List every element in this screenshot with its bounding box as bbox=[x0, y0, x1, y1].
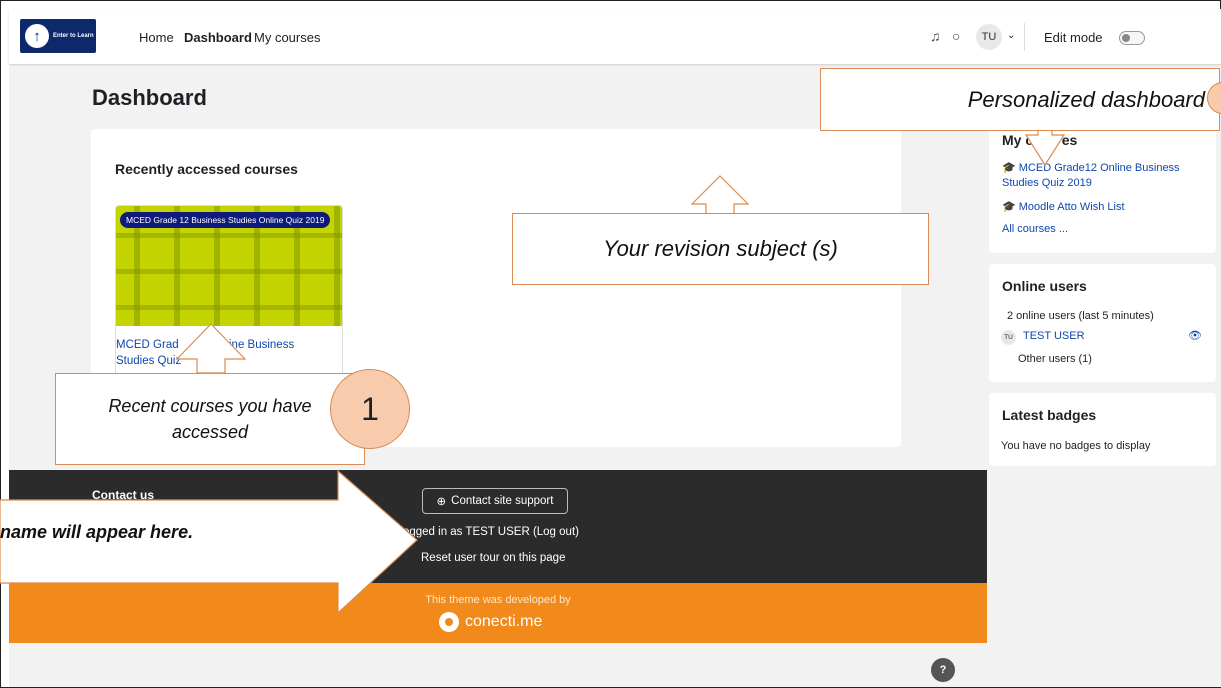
graduation-cap-icon: 🎓 bbox=[1002, 201, 1016, 213]
chevron-down-icon[interactable]: ⌄ bbox=[1007, 30, 1015, 41]
other-users: Other users (1) bbox=[1018, 353, 1092, 365]
recent-courses-heading: Recently accessed courses bbox=[115, 161, 298, 177]
nav-divider bbox=[1024, 23, 1025, 51]
no-badges-text: You have no badges to display bbox=[1001, 440, 1151, 452]
theme-credit: This theme was developed by bbox=[425, 594, 571, 606]
contact-us-label: Contact us bbox=[92, 488, 155, 502]
sidebar-course-2[interactable]: 🎓 Moodle Atto Wish List bbox=[1002, 200, 1125, 215]
graduation-cap-icon: 🎓 bbox=[1002, 162, 1016, 174]
edit-mode-label: Edit mode bbox=[1044, 30, 1103, 45]
sidebar-course-1-label: MCED Grade12 Online Business Studies Qui… bbox=[1002, 162, 1180, 189]
course-name-part-c: Studies Quiz bbox=[116, 355, 182, 367]
contact-support-label: Contact site support bbox=[451, 495, 554, 507]
course-card[interactable]: MCED Grade 12 Business Studies Online Qu… bbox=[115, 205, 343, 377]
arrow-up-icon: ↑ bbox=[25, 24, 49, 48]
logo-text: Enter to Learn bbox=[53, 33, 94, 39]
contact-support-button[interactable]: ⊕ Contact site support bbox=[422, 488, 568, 514]
user-avatar-small: TU bbox=[1001, 330, 1016, 345]
online-users-title: Online users bbox=[1002, 278, 1087, 294]
name-appear-callout: name will appear here. bbox=[0, 522, 194, 542]
latest-badges-block: Latest badges You have no badges to disp… bbox=[989, 393, 1216, 466]
latest-badges-title: Latest badges bbox=[1002, 407, 1097, 423]
user-avatar[interactable]: TU bbox=[976, 24, 1002, 50]
reset-tour-link[interactable]: Reset user tour on this page bbox=[421, 552, 565, 564]
sidebar-course-1[interactable]: 🎓 MCED Grade12 Online Business Studies Q… bbox=[1002, 161, 1207, 191]
recent-courses-callout: Recent courses you have accessed bbox=[55, 373, 365, 465]
course-image[interactable]: MCED Grade 12 Business Studies Online Qu… bbox=[116, 206, 342, 326]
theme-banner: This theme was developed by conecti.me bbox=[9, 583, 987, 643]
edit-mode-toggle[interactable] bbox=[1119, 31, 1145, 45]
course-badge: MCED Grade 12 Business Studies Online Qu… bbox=[120, 212, 331, 228]
my-courses-title-part1: My co bbox=[1002, 132, 1042, 148]
sidebar-course-2-label: Moodle Atto Wish List bbox=[1018, 201, 1125, 213]
course-name-part-a: MCED Grad bbox=[116, 339, 179, 351]
chat-icon[interactable]: ○ bbox=[952, 28, 960, 44]
my-courses-block: My co es 🎓 MCED Grade12 Online Business S… bbox=[989, 110, 1216, 253]
course-name-part-b: ine Business bbox=[229, 339, 295, 351]
bell-icon[interactable]: ♫ bbox=[930, 28, 941, 44]
online-users-block: Online users 2 online users (last 5 minu… bbox=[989, 264, 1216, 382]
online-user-link[interactable]: TEST USER bbox=[1023, 329, 1085, 344]
all-courses-link[interactable]: All courses ... bbox=[1002, 222, 1068, 237]
help-button[interactable]: ? bbox=[931, 658, 955, 682]
page-title: Dashboard bbox=[92, 85, 207, 110]
nav-home[interactable]: Home bbox=[139, 30, 174, 45]
top-navbar: ↑ Enter to Learn Home Dashboard My cours… bbox=[9, 9, 1221, 64]
my-courses-title-part2: es bbox=[1061, 132, 1078, 148]
site-logo[interactable]: ↑ Enter to Learn bbox=[20, 19, 96, 53]
conecti-brand[interactable]: conecti.me bbox=[439, 612, 542, 632]
personalized-dashboard-callout: Personalized dashboard bbox=[820, 68, 1220, 131]
revision-subject-callout: Your revision subject (s) bbox=[512, 213, 929, 285]
step-number-badge: 1 bbox=[330, 369, 410, 449]
eye-icon[interactable]: 👁 bbox=[1188, 329, 1202, 342]
logged-in-text[interactable]: u are logged in as TEST USER (Log out) bbox=[371, 526, 579, 538]
conecti-logo-icon bbox=[439, 612, 459, 632]
conecti-brand-text: conecti.me bbox=[465, 613, 543, 630]
my-courses-title: My co es bbox=[1002, 132, 1077, 148]
online-users-count: 2 online users (last 5 minutes) bbox=[1007, 310, 1154, 322]
nav-my-courses[interactable]: My courses bbox=[254, 30, 320, 45]
lifebuoy-icon: ⊕ bbox=[436, 496, 447, 508]
nav-dashboard[interactable]: Dashboard bbox=[184, 30, 252, 45]
